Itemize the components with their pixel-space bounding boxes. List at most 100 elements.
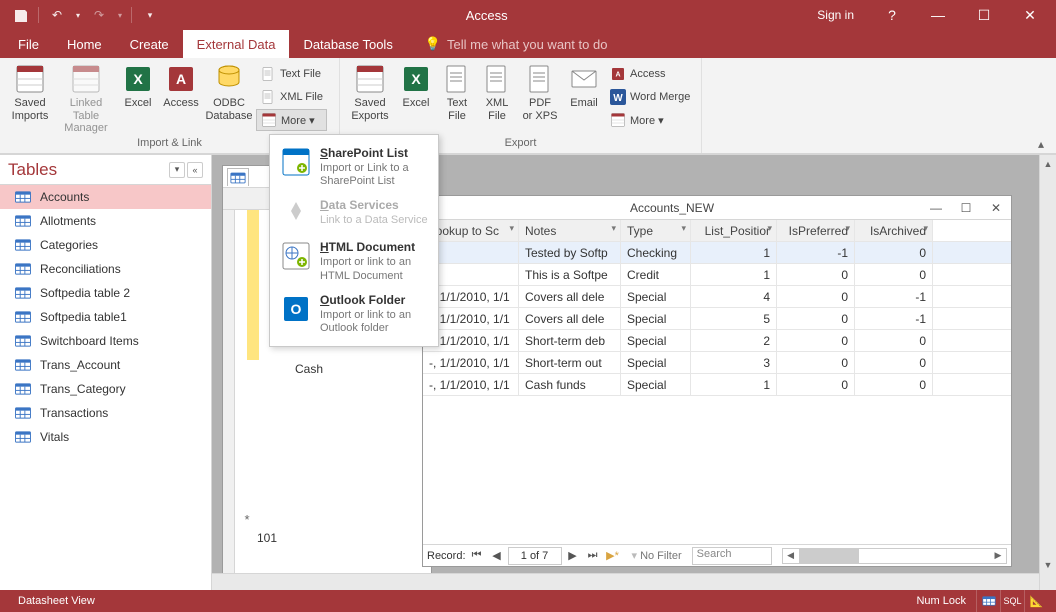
filter-icon[interactable]: ▾ — [632, 549, 638, 562]
search-box[interactable]: Search — [692, 547, 772, 565]
nav-item-switchboard-items[interactable]: Switchboard Items — [0, 329, 211, 353]
datasheet-minimize-icon[interactable]: ― — [921, 196, 951, 220]
redo-menu-icon[interactable]: ▾ — [115, 4, 125, 26]
cell[interactable]: Credit — [621, 264, 691, 285]
export-more-button[interactable]: More ▾ — [606, 109, 694, 131]
cell[interactable]: -1 — [855, 308, 933, 329]
cell[interactable]: -1 — [855, 286, 933, 307]
export-email-button[interactable]: Email — [564, 61, 604, 133]
nav-collapse-icon[interactable]: « — [187, 162, 203, 178]
cell[interactable]: -1 — [777, 242, 855, 263]
cell[interactable]: Short-term deb — [519, 330, 621, 351]
nav-item-accounts[interactable]: Accounts — [0, 185, 211, 209]
cell[interactable]: Short-term out — [519, 352, 621, 373]
nav-item-trans_category[interactable]: Trans_Category — [0, 377, 211, 401]
cell[interactable]: 0 — [777, 308, 855, 329]
column-header[interactable]: IsArchived — [855, 220, 933, 241]
saved-exports-button[interactable]: Saved Exports — [346, 61, 394, 133]
cell[interactable]: 0 — [777, 330, 855, 351]
datasheet-tab-icon[interactable] — [227, 168, 249, 186]
view-sql-icon[interactable]: SQL — [1000, 590, 1024, 612]
cell[interactable]: 1 — [691, 242, 777, 263]
export-xml-button[interactable]: XML File — [478, 61, 516, 133]
import-excel-button[interactable]: Excel — [118, 61, 158, 133]
nav-item-categories[interactable]: Categories — [0, 233, 211, 257]
nav-item-vitals[interactable]: Vitals — [0, 425, 211, 449]
record-new-icon[interactable]: ▶* — [604, 547, 622, 565]
cell[interactable]: Cash funds — [519, 374, 621, 395]
tab-database-tools[interactable]: Database Tools — [289, 30, 406, 58]
redo-icon[interactable]: ↷ — [87, 4, 111, 26]
undo-icon[interactable]: ↶ — [45, 4, 69, 26]
cell[interactable]: 1 — [691, 264, 777, 285]
cell[interactable]: 5 — [691, 308, 777, 329]
datasheet-maximize-icon[interactable]: ☐ — [951, 196, 981, 220]
record-next-icon[interactable]: ▶ — [564, 547, 582, 565]
no-filter-label[interactable]: No Filter — [640, 550, 682, 562]
cell[interactable]: Special — [621, 308, 691, 329]
cell[interactable]: -, 1/1/2010, 1/1 — [423, 352, 519, 373]
window-close-icon[interactable]: ✕ — [1008, 0, 1052, 30]
view-datasheet-icon[interactable] — [976, 590, 1000, 612]
import-more-button[interactable]: More ▾ — [256, 109, 327, 131]
cell[interactable]: 4 — [691, 286, 777, 307]
export-excel-button[interactable]: Excel — [396, 61, 436, 133]
cell[interactable]: 0 — [777, 352, 855, 373]
cell[interactable]: -, 1/1/2010, 1/1 — [423, 374, 519, 395]
export-word-merge-button[interactable]: WWord Merge — [606, 86, 694, 108]
tell-me-search[interactable]: 💡 Tell me what you want to do — [407, 30, 608, 58]
column-header[interactable]: Type — [621, 220, 691, 241]
nav-item-reconciliations[interactable]: Reconciliations — [0, 257, 211, 281]
nav-item-allotments[interactable]: Allotments — [0, 209, 211, 233]
column-header[interactable]: Notes — [519, 220, 621, 241]
help-icon[interactable]: ? — [870, 0, 914, 30]
cell[interactable]: Special — [621, 330, 691, 351]
cell[interactable]: 1 — [691, 374, 777, 395]
cell[interactable]: Special — [621, 352, 691, 373]
export-text-button[interactable]: Text File — [438, 61, 476, 133]
cell[interactable]: 0 — [777, 286, 855, 307]
window-minimize-icon[interactable]: ― — [916, 0, 960, 30]
ribbon-collapse-icon[interactable]: ▴ — [1032, 137, 1050, 151]
cell[interactable]: 2 — [691, 330, 777, 351]
nav-item-softpedia-table1[interactable]: Softpedia table1 — [0, 305, 211, 329]
import-text-file-button[interactable]: Text File — [256, 63, 327, 85]
record-last-icon[interactable]: ⏭ — [584, 547, 602, 565]
canvas-vscroll[interactable]: ▲▼ — [1039, 155, 1056, 590]
record-prev-icon[interactable]: ◀ — [488, 547, 506, 565]
cell[interactable]: 0 — [855, 352, 933, 373]
cell[interactable]: Tested by Softp — [519, 242, 621, 263]
import-odbc-button[interactable]: ODBC Database — [204, 61, 254, 133]
cell[interactable]: Special — [621, 286, 691, 307]
dropdown-html-document[interactable]: HTML DocumentImport or link to an HTML D… — [274, 235, 434, 287]
column-header[interactable]: IsPreferred — [777, 220, 855, 241]
record-first-icon[interactable]: ⏮ — [468, 547, 486, 565]
dropdown-sharepoint-list[interactable]: SharePoint ListImport or Link to a Share… — [274, 141, 434, 193]
dropdown-outlook-folder[interactable]: Outlook FolderImport or link to an Outlo… — [274, 288, 434, 340]
cell[interactable]: 0 — [777, 264, 855, 285]
qat-customize-icon[interactable]: ▾ — [138, 4, 162, 26]
nav-header[interactable]: Tables — [8, 160, 169, 180]
view-design-icon[interactable]: 📐 — [1024, 590, 1048, 612]
cell[interactable]: 0 — [777, 374, 855, 395]
cell[interactable]: 0 — [855, 330, 933, 351]
tab-external-data[interactable]: External Data — [183, 30, 290, 58]
nav-item-transactions[interactable]: Transactions — [0, 401, 211, 425]
export-access-button[interactable]: Access — [606, 63, 694, 85]
datasheet-hscroll[interactable]: ◀▶ — [782, 548, 1007, 564]
undo-menu-icon[interactable]: ▾ — [73, 4, 83, 26]
import-xml-file-button[interactable]: XML File — [256, 86, 327, 108]
nav-item-trans_account[interactable]: Trans_Account — [0, 353, 211, 377]
cell[interactable]: 0 — [855, 242, 933, 263]
cell[interactable]: Covers all dele — [519, 286, 621, 307]
cell[interactable]: Covers all dele — [519, 308, 621, 329]
tab-home[interactable]: Home — [53, 30, 116, 58]
import-access-button[interactable]: Access — [160, 61, 202, 133]
cell[interactable]: This is a Softpe — [519, 264, 621, 285]
export-pdf-button[interactable]: PDF or XPS — [518, 61, 562, 133]
saved-imports-button[interactable]: Saved Imports — [6, 61, 54, 133]
nav-item-softpedia-table-2[interactable]: Softpedia table 2 — [0, 281, 211, 305]
cell[interactable]: 0 — [855, 374, 933, 395]
tab-create[interactable]: Create — [116, 30, 183, 58]
cell[interactable]: 3 — [691, 352, 777, 373]
